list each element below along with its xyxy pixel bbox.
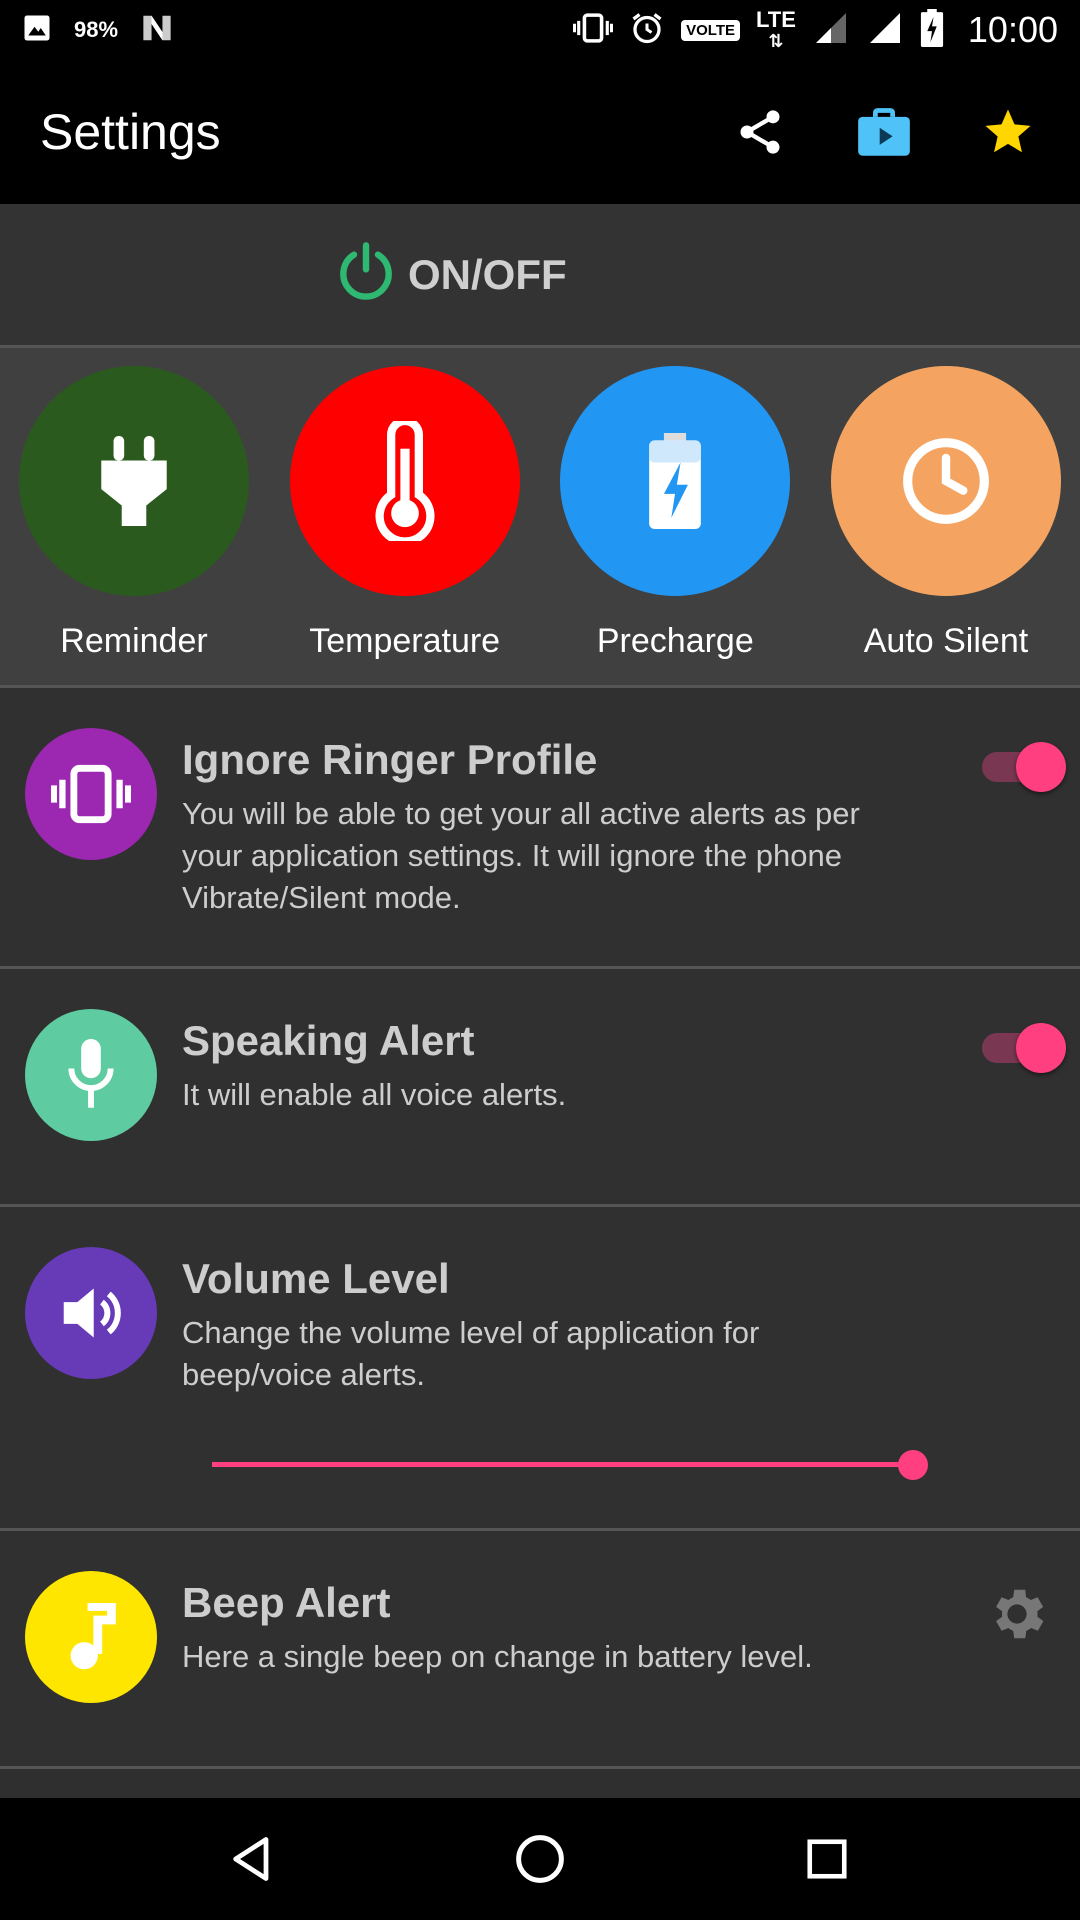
music-note-icon — [25, 1571, 157, 1703]
ignore-ringer-toggle[interactable] — [982, 740, 1066, 794]
home-icon[interactable] — [500, 1819, 580, 1899]
recents-icon[interactable] — [787, 1819, 867, 1899]
volume-slider-thumb[interactable] — [898, 1450, 928, 1480]
volume-icon — [25, 1247, 157, 1379]
volte-badge: VOLTE — [681, 19, 740, 41]
setting-description: You will be able to get your all active … — [182, 796, 860, 915]
setting-beep-alert[interactable]: Beep Alert Here a single beep on change … — [0, 1531, 1080, 1769]
category-label: Auto Silent — [863, 622, 1029, 660]
category-label: Reminder — [60, 622, 208, 660]
setting-title: Beep Alert — [182, 1579, 391, 1626]
setting-ignore-ringer-profile[interactable]: Ignore Ringer Profile You will be able t… — [0, 688, 1080, 969]
page-title: Settings — [40, 104, 221, 160]
speaking-alert-toggle[interactable] — [982, 1021, 1066, 1075]
category-label: Precharge — [596, 622, 754, 660]
category-reminder[interactable]: Reminder — [18, 366, 250, 685]
category-temperature[interactable]: Temperature — [289, 366, 521, 685]
status-bar: 98% VOLTE LTE ⇅ 10:00 — [0, 0, 1080, 60]
microphone-icon — [25, 1009, 157, 1141]
play-store-bag-icon[interactable] — [852, 100, 916, 164]
plug-icon — [19, 366, 249, 596]
lte-indicator: LTE ⇅ — [755, 7, 796, 51]
master-switch-row: ON/OFF — [0, 204, 1080, 348]
category-shortcuts: Reminder Temperature Precharge Auto Sile… — [0, 348, 1080, 688]
setting-speaking-alert[interactable]: Speaking Alert It will enable all voice … — [0, 969, 1080, 1207]
battery-charging-status-icon — [920, 8, 944, 52]
vibrate-icon — [25, 728, 157, 860]
battery-charging-icon — [560, 366, 791, 596]
power-icon — [334, 240, 398, 309]
alarm-status-icon — [629, 10, 665, 51]
app-bar: Settings — [0, 60, 1080, 204]
setting-title: Volume Level — [182, 1255, 450, 1302]
category-label: Temperature — [309, 622, 501, 660]
star-icon[interactable] — [976, 100, 1040, 164]
clock-time: 10:00 — [967, 9, 1058, 50]
gear-icon[interactable] — [984, 1581, 1050, 1652]
battery-percent-text: 98% — [74, 17, 119, 42]
vibrate-status-icon — [572, 12, 614, 48]
settings-content: ON/OFF Reminder Temperature Precharge Au… — [0, 204, 1080, 1798]
back-icon[interactable] — [213, 1819, 293, 1899]
category-auto-silent[interactable]: Auto Silent — [830, 366, 1062, 685]
clock-icon — [830, 366, 1061, 596]
share-icon[interactable] — [728, 100, 792, 164]
volume-slider-track — [212, 1462, 913, 1467]
signal-icon-1 — [812, 10, 850, 51]
setting-description: It will enable all voice alerts. — [182, 1077, 567, 1112]
setting-description: Here a single beep on change in battery … — [182, 1639, 813, 1674]
n-notification-icon — [140, 13, 174, 48]
setting-title: Speaking Alert — [182, 1017, 475, 1064]
master-switch-label: ON/OFF — [408, 250, 567, 298]
navigation-bar — [0, 1798, 1080, 1920]
setting-volume-level: Volume Level Change the volume level of … — [0, 1207, 1080, 1531]
category-precharge[interactable]: Precharge — [559, 366, 791, 685]
thermometer-icon — [289, 366, 520, 596]
signal-icon-2 — [866, 10, 904, 51]
setting-description: Change the volume level of application f… — [182, 1315, 760, 1392]
image-notification-icon — [22, 13, 52, 48]
volume-slider[interactable] — [212, 1449, 928, 1480]
lte-text: LTE — [755, 7, 796, 33]
setting-title: Ignore Ringer Profile — [182, 736, 598, 783]
